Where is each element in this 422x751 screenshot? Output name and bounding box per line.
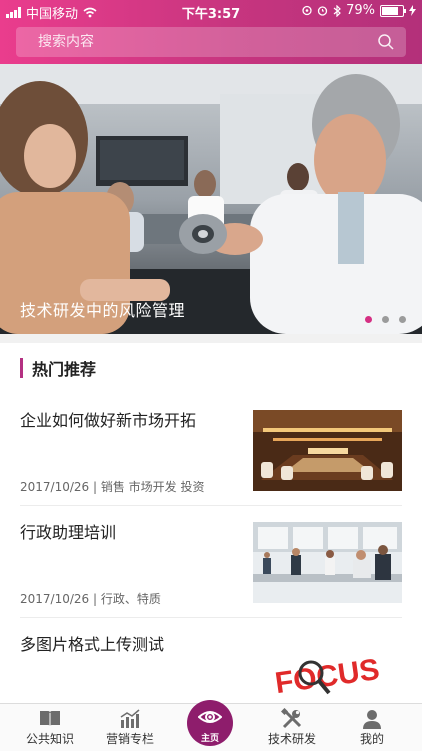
article-item[interactable]: 多图片格式上传测试 FOCUS [0, 622, 422, 703]
eye-icon [187, 709, 233, 725]
hot-section: 热门推荐 企业如何做好新市场开拓 2017/10/26 | 销售 市场开发 投资… [0, 343, 422, 703]
carousel-dot[interactable] [365, 316, 372, 323]
article-thumbnail[interactable]: FOCUS [253, 638, 402, 703]
article-title[interactable]: 行政助理培训 [20, 519, 116, 543]
search-bar[interactable] [16, 27, 406, 57]
section-header: 热门推荐 [20, 357, 96, 379]
app-header: 中国移动 下午3:57 79% [0, 0, 422, 64]
divider [20, 617, 402, 618]
tab-marketing[interactable]: 营销专栏 [88, 708, 172, 747]
article-item[interactable]: 行政助理培训 2017/10/26 | 行政、特质 [0, 510, 422, 620]
tools-icon [250, 708, 334, 730]
tab-home[interactable]: 主页 [187, 700, 233, 746]
tab-label: 营销专栏 [105, 732, 154, 746]
carousel-dot[interactable] [382, 316, 389, 323]
banner-carousel[interactable]: 技术研发中的风险管理 [0, 64, 422, 334]
banner-caption[interactable]: 技术研发中的风险管理 [20, 297, 185, 321]
carousel-indicator [365, 316, 406, 323]
section-title: 热门推荐 [32, 360, 97, 379]
article-thumbnail[interactable] [253, 522, 402, 603]
book-icon [8, 708, 92, 730]
article-thumbnail[interactable] [253, 410, 402, 491]
person-icon [330, 708, 414, 730]
article-item[interactable]: 企业如何做好新市场开拓 2017/10/26 | 销售 市场开发 投资 [0, 398, 422, 513]
tab-label: 主页 [200, 734, 219, 744]
article-meta: 2017/10/26 | 行政、特质 [20, 592, 161, 606]
article-title[interactable]: 企业如何做好新市场开拓 [20, 407, 196, 431]
tab-mine[interactable]: 我的 [330, 708, 414, 747]
section-accent-bar [20, 358, 23, 378]
tab-public-knowledge[interactable]: 公共知识 [8, 708, 92, 747]
tab-tech-rd[interactable]: 技术研发 [250, 708, 334, 747]
bluetooth-icon [333, 4, 341, 17]
alarm-icon [317, 6, 328, 16]
charging-icon [409, 5, 416, 16]
battery-icon [380, 4, 406, 17]
battery-percent: 79% [346, 3, 375, 18]
banner-image [0, 64, 422, 334]
carousel-dot[interactable] [399, 316, 406, 323]
article-title[interactable]: 多图片格式上传测试 [20, 631, 164, 655]
search-icon[interactable] [372, 28, 400, 56]
chart-icon [88, 708, 172, 730]
location-icon [302, 5, 312, 16]
tab-label: 技术研发 [267, 732, 316, 746]
search-input[interactable] [16, 33, 372, 51]
divider [20, 505, 402, 506]
tab-label: 公共知识 [25, 732, 74, 746]
tab-label: 我的 [359, 732, 384, 746]
status-bar: 中国移动 下午3:57 79% [0, 0, 422, 22]
article-meta: 2017/10/26 | 销售 市场开发 投资 [20, 480, 205, 494]
